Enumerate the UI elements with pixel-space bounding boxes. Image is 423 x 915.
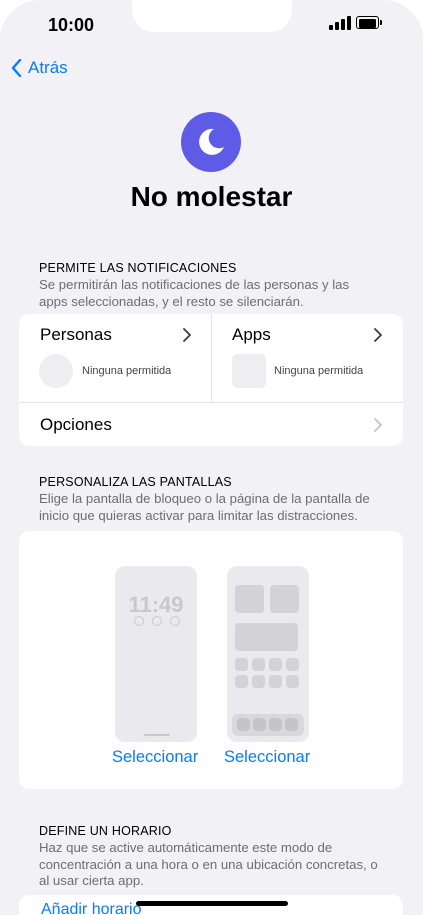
lock-screen-time: 11:49 [128, 592, 184, 617]
apps-label: Apps [232, 325, 271, 344]
screens-description: Elige la pantalla de bloqueo o la página… [39, 491, 370, 523]
home-indicator[interactable] [136, 901, 288, 906]
widget-tile [235, 623, 298, 651]
moon-icon [199, 128, 224, 155]
notifications-header: PERMITE LAS NOTIFICACIONES [39, 261, 237, 275]
select-home-screen-button[interactable]: Seleccionar [224, 748, 310, 767]
app-tile [252, 675, 265, 688]
focus-mode-icon [181, 112, 241, 172]
widget-tile [270, 585, 299, 613]
options-row[interactable]: Opciones [19, 403, 403, 446]
notifications-card: Personas Ninguna permitida Apps Ninguna … [19, 314, 403, 446]
screens-header: PERSONALIZA LAS PANTALLAS [39, 475, 232, 489]
status-time: 10:00 [48, 15, 95, 35]
app-tile [235, 675, 248, 688]
people-label: Personas [40, 325, 112, 344]
widget-circles-icon [134, 616, 180, 628]
app-icon-placeholder [232, 354, 266, 388]
notifications-description: Se permitirán las notificaciones de las … [39, 277, 350, 309]
chevron-right-icon [374, 328, 382, 342]
phone-screen: 10:00 Atrás No molestar PERMITE LAS NOTI… [0, 0, 423, 915]
dock [232, 714, 304, 736]
back-label: Atrás [28, 58, 68, 77]
chevron-right-icon [183, 328, 191, 342]
notch [132, 0, 292, 32]
app-tile [252, 658, 265, 671]
add-schedule-button[interactable]: Añadir horario [41, 901, 142, 915]
app-tile [269, 658, 282, 671]
page-title: No molestar [130, 181, 293, 212]
schedule-description: Haz que se active automáticamente este m… [39, 840, 378, 888]
lock-screen-preview[interactable]: 11:49 [115, 566, 197, 742]
home-screen-preview[interactable] [227, 566, 309, 742]
app-tile [269, 675, 282, 688]
battery-icon [356, 16, 382, 29]
screens-card: 11:49 Seleccionar Seleccionar [19, 531, 403, 789]
app-tile [235, 658, 248, 671]
chevron-left-icon [11, 59, 22, 77]
widget-tile [235, 585, 264, 613]
chevron-right-icon [374, 418, 382, 432]
select-lock-screen-button[interactable]: Seleccionar [112, 748, 198, 767]
back-button[interactable]: Atrás [11, 58, 68, 78]
app-tile [286, 675, 299, 688]
people-cell[interactable]: Personas Ninguna permitida [19, 314, 211, 402]
signal-icon [329, 16, 353, 30]
schedule-header: DEFINE UN HORARIO [39, 824, 172, 838]
apps-status: Ninguna permitida [274, 365, 364, 377]
people-status: Ninguna permitida [82, 365, 172, 377]
options-label: Opciones [40, 415, 112, 434]
app-tile [286, 658, 299, 671]
person-avatar-placeholder [39, 354, 73, 388]
apps-cell[interactable]: Apps Ninguna permitida [212, 314, 403, 402]
